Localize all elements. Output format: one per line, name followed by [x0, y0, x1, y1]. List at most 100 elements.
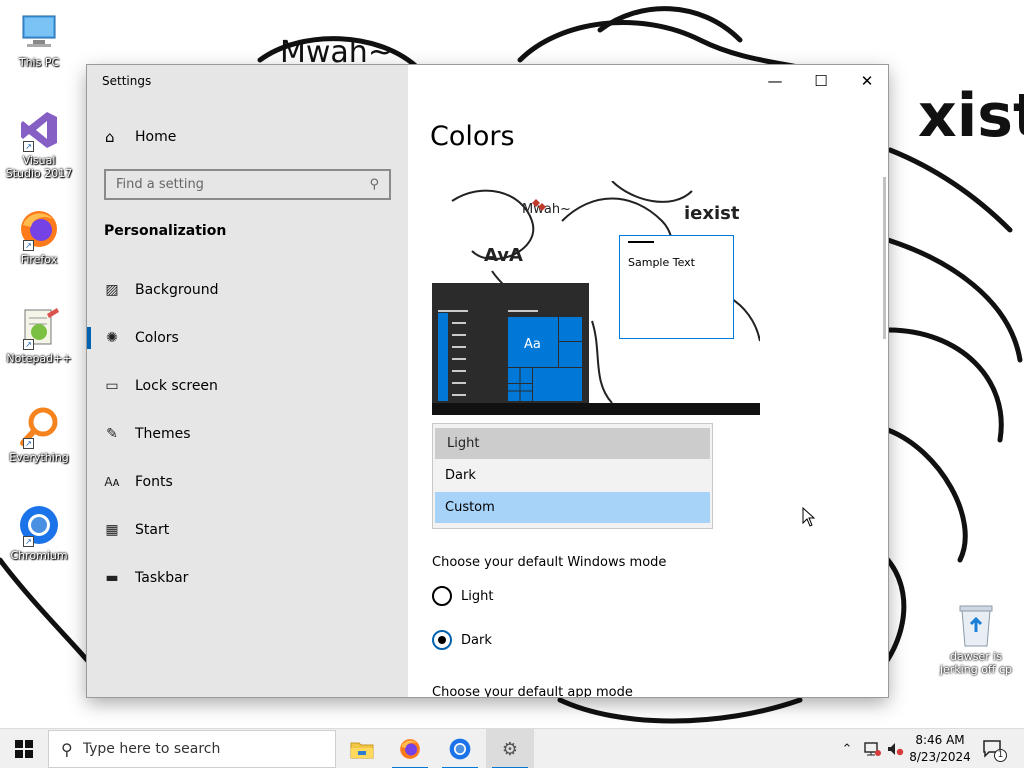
nav-item-background[interactable]: ▨ Background: [87, 266, 408, 314]
desktop-icon-label: This PC: [18, 56, 60, 69]
palette-icon: ✺: [106, 330, 118, 346]
app-mode-label: Choose your default app mode: [432, 685, 633, 697]
preview-tile-label: Aa: [524, 337, 541, 352]
preview-window: Sample Text: [619, 235, 734, 339]
taskbar-clock[interactable]: 8:46 AM 8/23/2024: [906, 732, 974, 766]
mouse-cursor-icon: [802, 507, 816, 527]
recycle-bin-icon: [956, 602, 996, 648]
maximize-button[interactable]: ☐: [798, 65, 844, 97]
find-setting-search[interactable]: ⚲: [104, 169, 391, 200]
clock-date: 8/23/2024: [909, 750, 971, 764]
preview-wallpaper-text: iexist: [684, 203, 740, 224]
nav-item-label: Themes: [135, 426, 191, 442]
image-icon: ▨: [105, 282, 119, 298]
desktop-icon-this-pc[interactable]: This PC: [4, 10, 74, 69]
everything-search-icon: ↗: [17, 405, 61, 449]
close-button[interactable]: ✕: [844, 65, 888, 97]
radio-circle-checked[interactable]: [432, 630, 452, 650]
windows-mode-light-radio[interactable]: Light: [432, 586, 493, 606]
preview-taskbar: [432, 403, 760, 415]
network-tray-button[interactable]: [860, 729, 884, 768]
windows-mode-dark-radio[interactable]: Dark: [432, 630, 492, 650]
maximize-icon: ☐: [814, 72, 828, 90]
radio-circle[interactable]: [432, 586, 452, 606]
taskbar-chromium[interactable]: [436, 729, 484, 768]
search-icon: ⚲: [369, 177, 379, 192]
taskbar-file-explorer[interactable]: [338, 729, 386, 768]
nav-item-fonts[interactable]: Aᴀ Fonts: [87, 458, 408, 506]
lock-screen-icon: ▭: [105, 378, 119, 394]
preview-wallpaper-text: Mwah~: [522, 202, 571, 217]
home-icon: ⌂: [105, 128, 115, 146]
visual-studio-icon: ↗: [17, 108, 61, 152]
dropdown-option-light[interactable]: Light: [435, 428, 710, 459]
nav-item-themes[interactable]: ✎ Themes: [87, 410, 408, 458]
volume-muted-icon: [888, 743, 904, 756]
close-icon: ✕: [860, 72, 874, 90]
nav-item-taskbar[interactable]: ▬ Taskbar: [87, 554, 408, 602]
radio-label: Dark: [461, 632, 492, 648]
desktop-icon-everything[interactable]: ↗ Everything: [4, 405, 74, 464]
desktop-icon-notepad-plus-plus[interactable]: ↗ Notepad++: [4, 306, 74, 365]
content-scrollbar[interactable]: [883, 177, 886, 339]
dropdown-option-dark[interactable]: Dark: [435, 460, 710, 491]
nav-item-lock-screen[interactable]: ▭ Lock screen: [87, 362, 408, 410]
clock-time: 8:46 AM: [915, 733, 965, 747]
shortcut-arrow-icon: ↗: [23, 339, 34, 350]
firefox-icon: ↗: [17, 207, 61, 251]
shortcut-arrow-icon: ↗: [23, 240, 34, 251]
page-title: Colors: [430, 121, 515, 152]
search-icon: ⚲: [61, 739, 73, 759]
desktop-icon-recycle-bin[interactable]: dawser is jerking off cp: [936, 602, 1016, 676]
window-title: Settings: [102, 74, 152, 88]
preview-start-menu: Aa: [432, 283, 589, 403]
nav-item-start[interactable]: ▦ Start: [87, 506, 408, 554]
action-center-button[interactable]: 1: [978, 729, 1008, 768]
settings-nav-pane: Settings ⌂ Home ⚲ Personalization ▨ Back…: [87, 65, 408, 697]
desktop-icon-label: Visual Studio 2017: [5, 154, 73, 180]
gear-icon: ⚙: [501, 738, 519, 760]
desktop-icon-firefox[interactable]: ↗ Firefox: [4, 207, 74, 266]
taskbar-icon: ▬: [105, 570, 119, 586]
color-choice-dropdown[interactable]: Light Dark Custom: [432, 423, 713, 529]
start-icon: ▦: [105, 522, 119, 538]
notification-count-badge: 1: [994, 749, 1007, 762]
section-title: Personalization: [104, 223, 227, 239]
desktop-icon-label: Everything: [9, 451, 69, 464]
nav-home-label: Home: [135, 129, 177, 145]
settings-content: — ☐ ✕ Colors Mwah~ iexist AvA Aa Sample …: [408, 65, 888, 697]
computer-icon: [17, 10, 61, 54]
windows-logo-icon: [15, 740, 33, 758]
dropdown-option-custom[interactable]: Custom: [435, 492, 710, 523]
show-hidden-icons-button[interactable]: ⌃: [836, 729, 858, 768]
taskbar-settings[interactable]: ⚙: [486, 729, 534, 768]
nav-item-label: Lock screen: [135, 378, 218, 394]
recycle-bin-label: dawser is jerking off cp: [939, 650, 1013, 676]
nav-item-colors[interactable]: ✺ Colors: [87, 314, 408, 362]
taskbar-search-input[interactable]: [82, 741, 335, 757]
desktop-icon-label: Notepad++: [6, 352, 72, 365]
desktop-icon-label: Chromium: [10, 549, 68, 562]
chromium-icon: [449, 738, 471, 760]
desktop-icon-label: Firefox: [20, 253, 58, 266]
folder-icon: [350, 742, 374, 759]
shortcut-arrow-icon: ↗: [23, 438, 34, 449]
nav-home[interactable]: ⌂ Home: [105, 128, 176, 146]
desktop-icon-chromium[interactable]: ↗ Chromium: [4, 503, 74, 562]
desktop-icon-visual-studio[interactable]: ↗ Visual Studio 2017: [4, 108, 74, 180]
windows-mode-label: Choose your default Windows mode: [432, 555, 667, 570]
fonts-icon: Aᴀ: [104, 475, 120, 489]
nav-item-label: Fonts: [135, 474, 173, 490]
theme-preview: Mwah~ iexist AvA Aa Sample Text: [432, 181, 760, 415]
nav-item-label: Taskbar: [135, 570, 189, 586]
taskbar-search[interactable]: ⚲: [48, 730, 336, 768]
nav-list: ▨ Background ✺ Colors ▭ Lock screen ✎ Th…: [87, 266, 408, 602]
volume-tray-button[interactable]: [884, 729, 906, 768]
taskbar-firefox[interactable]: [386, 729, 434, 768]
start-button[interactable]: [0, 729, 48, 768]
radio-label: Light: [461, 588, 494, 604]
minimize-button[interactable]: —: [752, 65, 798, 97]
find-setting-input[interactable]: [116, 177, 370, 192]
minimize-icon: —: [767, 72, 783, 90]
taskbar: ⚲ ⚙ ⌃ 8:46 AM 8/23/2024 1: [0, 728, 1024, 768]
